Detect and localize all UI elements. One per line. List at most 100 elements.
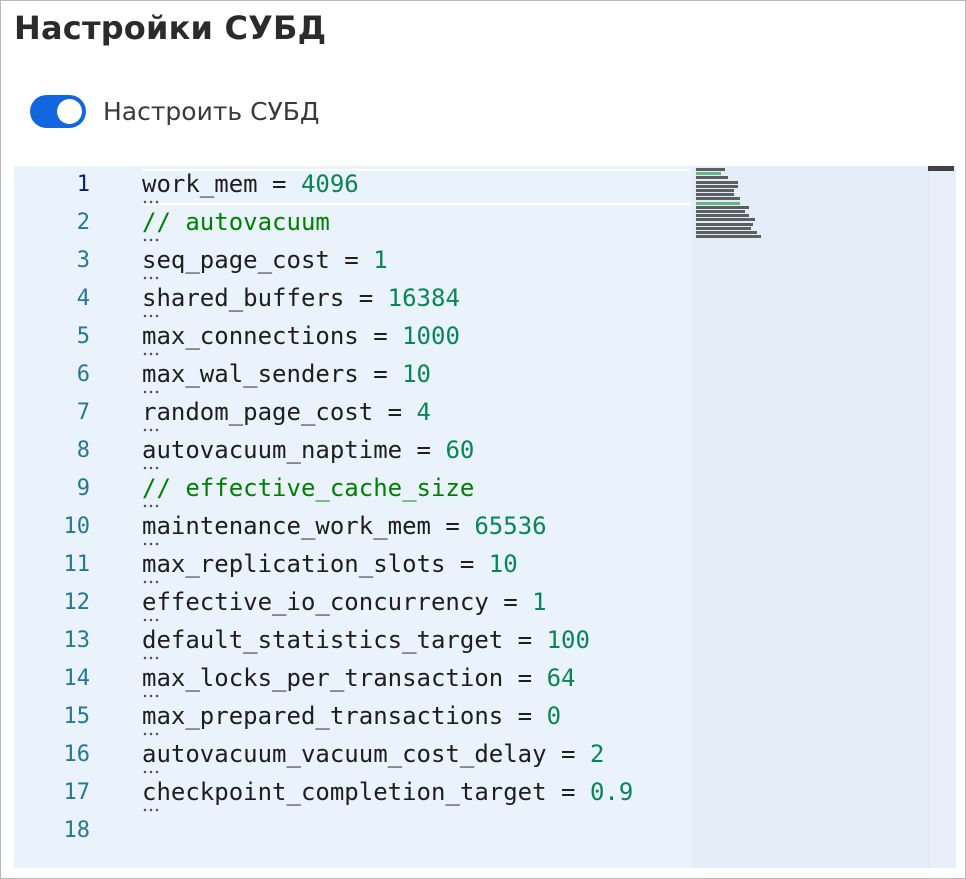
code-line[interactable]: // effective_cache_size	[142, 474, 474, 502]
scrollbar-thumb[interactable]	[928, 166, 954, 171]
line-number: 9	[76, 476, 90, 501]
code-line[interactable]: autovacuum_vacuum_cost_delay = 2	[142, 740, 604, 768]
code-line[interactable]: seq_page_cost = 1	[142, 246, 388, 274]
assignment-operator: =	[257, 170, 301, 198]
setting-value: 1000	[402, 322, 460, 350]
setting-key: random_page_cost	[142, 398, 374, 426]
setting-value: 4096	[300, 170, 359, 198]
minimap-line	[696, 193, 734, 197]
configure-dbms-label[interactable]: Настроить СУБД	[103, 97, 319, 126]
assignment-operator: =	[358, 322, 403, 350]
line-number: 2	[76, 210, 90, 235]
setting-value: 0	[546, 702, 562, 730]
code-line[interactable]: max_prepared_transactions = 0	[142, 702, 561, 730]
setting-key: max_replication_slots	[142, 550, 446, 578]
code-line[interactable]: max_locks_per_transaction = 64	[142, 664, 576, 692]
code-comment: // effective_cache_size	[142, 474, 475, 502]
setting-value: 1	[532, 588, 547, 616]
code-line[interactable]: work_mem = 4096	[142, 170, 359, 198]
minimap-line	[696, 226, 752, 230]
setting-key: shared_buffers	[142, 284, 345, 312]
code-line[interactable]: effective_io_concurrency = 1	[142, 588, 547, 616]
toggle-knob	[57, 98, 82, 124]
setting-key: maintenance_work_mem	[142, 512, 431, 540]
minimap-line	[696, 189, 734, 192]
line-number: 18	[63, 818, 91, 843]
line-number: 3	[76, 248, 90, 273]
line-number: 15	[63, 704, 91, 729]
setting-key: work_mem	[142, 170, 258, 198]
code-line[interactable]: shared_buffers = 16384	[142, 284, 460, 312]
line-number: 5	[76, 324, 90, 349]
line-number: 11	[63, 552, 91, 577]
assignment-operator: =	[358, 360, 403, 388]
configure-dbms-row: Настроить СУБД	[30, 93, 319, 129]
minimap-line	[696, 222, 753, 226]
setting-value: 1	[373, 246, 388, 274]
code-line[interactable]: autovacuum_naptime = 60	[142, 436, 474, 464]
minimap-line	[696, 214, 750, 218]
code-comment: // autovacuum	[142, 208, 330, 236]
code-line[interactable]: default_statistics_target = 100	[142, 626, 590, 654]
code-line[interactable]: // autovacuum	[142, 208, 330, 236]
setting-value: 10	[488, 550, 518, 578]
line-number: 6	[76, 362, 90, 387]
setting-key: max_locks_per_transaction	[142, 664, 504, 692]
settings-panel: Настройки СУБД Настроить СУБД 1234567891…	[0, 0, 966, 879]
code-editor[interactable]: 1 2 3 4 5 6 7 8 9 10 11 12 13 14 15 16 17 18 work_mem = 4…	[14, 166, 956, 868]
setting-value: 65536	[474, 512, 547, 540]
line-number: 14	[63, 666, 91, 691]
line-number: 8	[76, 438, 90, 463]
setting-key: default_statistics_target	[142, 626, 504, 654]
setting-key: autovacuum_vacuum_cost_delay	[142, 740, 547, 768]
code-line[interactable]: max_connections = 1000	[142, 322, 460, 350]
setting-value: 100	[546, 626, 590, 654]
line-number: 10	[63, 514, 91, 539]
line-number-gutter: 1 2 3 4 5 6 7 8 9 10 11 12 13 14 15 16 17 18	[14, 166, 124, 868]
assignment-operator: =	[503, 702, 547, 730]
assignment-operator: =	[430, 512, 475, 540]
assignment-operator: =	[546, 740, 590, 768]
line-number: 16	[63, 742, 91, 767]
setting-key: seq_page_cost	[142, 246, 330, 274]
page-title: Настройки СУБД	[14, 9, 327, 47]
setting-key: max_prepared_transactions	[142, 702, 504, 730]
minimap[interactable]	[692, 166, 928, 868]
setting-key: autovacuum_naptime	[142, 436, 403, 464]
code-line[interactable]: maintenance_work_mem = 65536	[142, 512, 547, 540]
assignment-operator: =	[373, 398, 417, 426]
minimap-line	[696, 168, 725, 171]
setting-key: effective_io_concurrency	[142, 588, 489, 616]
code-line[interactable]: max_replication_slots = 10	[142, 550, 518, 578]
setting-value: 60	[445, 436, 475, 464]
minimap-line	[696, 205, 750, 209]
setting-key: max_wal_senders	[142, 360, 359, 388]
minimap-line	[696, 231, 757, 234]
code-line[interactable]: max_wal_senders = 10	[142, 360, 431, 388]
line-number: 12	[63, 590, 91, 615]
minimap-line	[696, 172, 721, 176]
code-line[interactable]: checkpoint_completion_target = 0.9	[142, 778, 633, 806]
setting-key: max_connections	[142, 322, 359, 350]
setting-key: checkpoint_completion_target	[142, 778, 547, 806]
minimap-line	[696, 197, 740, 201]
assignment-operator: =	[402, 436, 446, 464]
line-number: 4	[76, 286, 90, 311]
code-line[interactable]: random_page_cost = 4	[142, 398, 431, 426]
minimap-line	[696, 184, 738, 188]
setting-value: 10	[402, 360, 432, 388]
setting-value: 0.9	[589, 778, 634, 806]
vertical-scrollbar[interactable]	[928, 166, 956, 868]
minimap-line	[696, 201, 740, 205]
minimap-line	[696, 235, 761, 239]
configure-dbms-toggle[interactable]	[30, 94, 86, 128]
assignment-operator: =	[546, 778, 590, 806]
minimap-line	[696, 218, 755, 222]
line-number: 13	[63, 628, 91, 653]
code-area[interactable]: work_mem = 4096 // autovacuum seq_page_cos…	[142, 166, 716, 868]
line-number: 7	[76, 400, 90, 425]
assignment-operator: =	[445, 550, 489, 578]
assignment-operator: =	[344, 284, 388, 312]
setting-value: 16384	[387, 284, 460, 312]
assignment-operator: =	[503, 664, 547, 692]
